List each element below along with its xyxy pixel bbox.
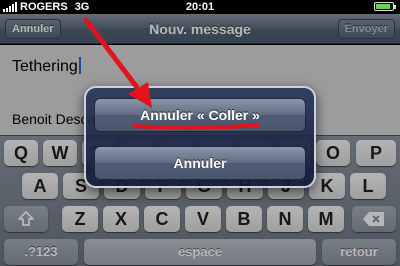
battery-icon (374, 2, 396, 11)
clock: 20:01 (185, 1, 215, 13)
undo-action-sheet: Annuler « Coller » Annuler (84, 86, 316, 188)
status-bar: ROGERS 3G 20:01 (0, 0, 400, 14)
undo-paste-button[interactable]: Annuler « Coller » (94, 98, 306, 132)
popup-cancel-button[interactable]: Annuler (94, 146, 306, 180)
